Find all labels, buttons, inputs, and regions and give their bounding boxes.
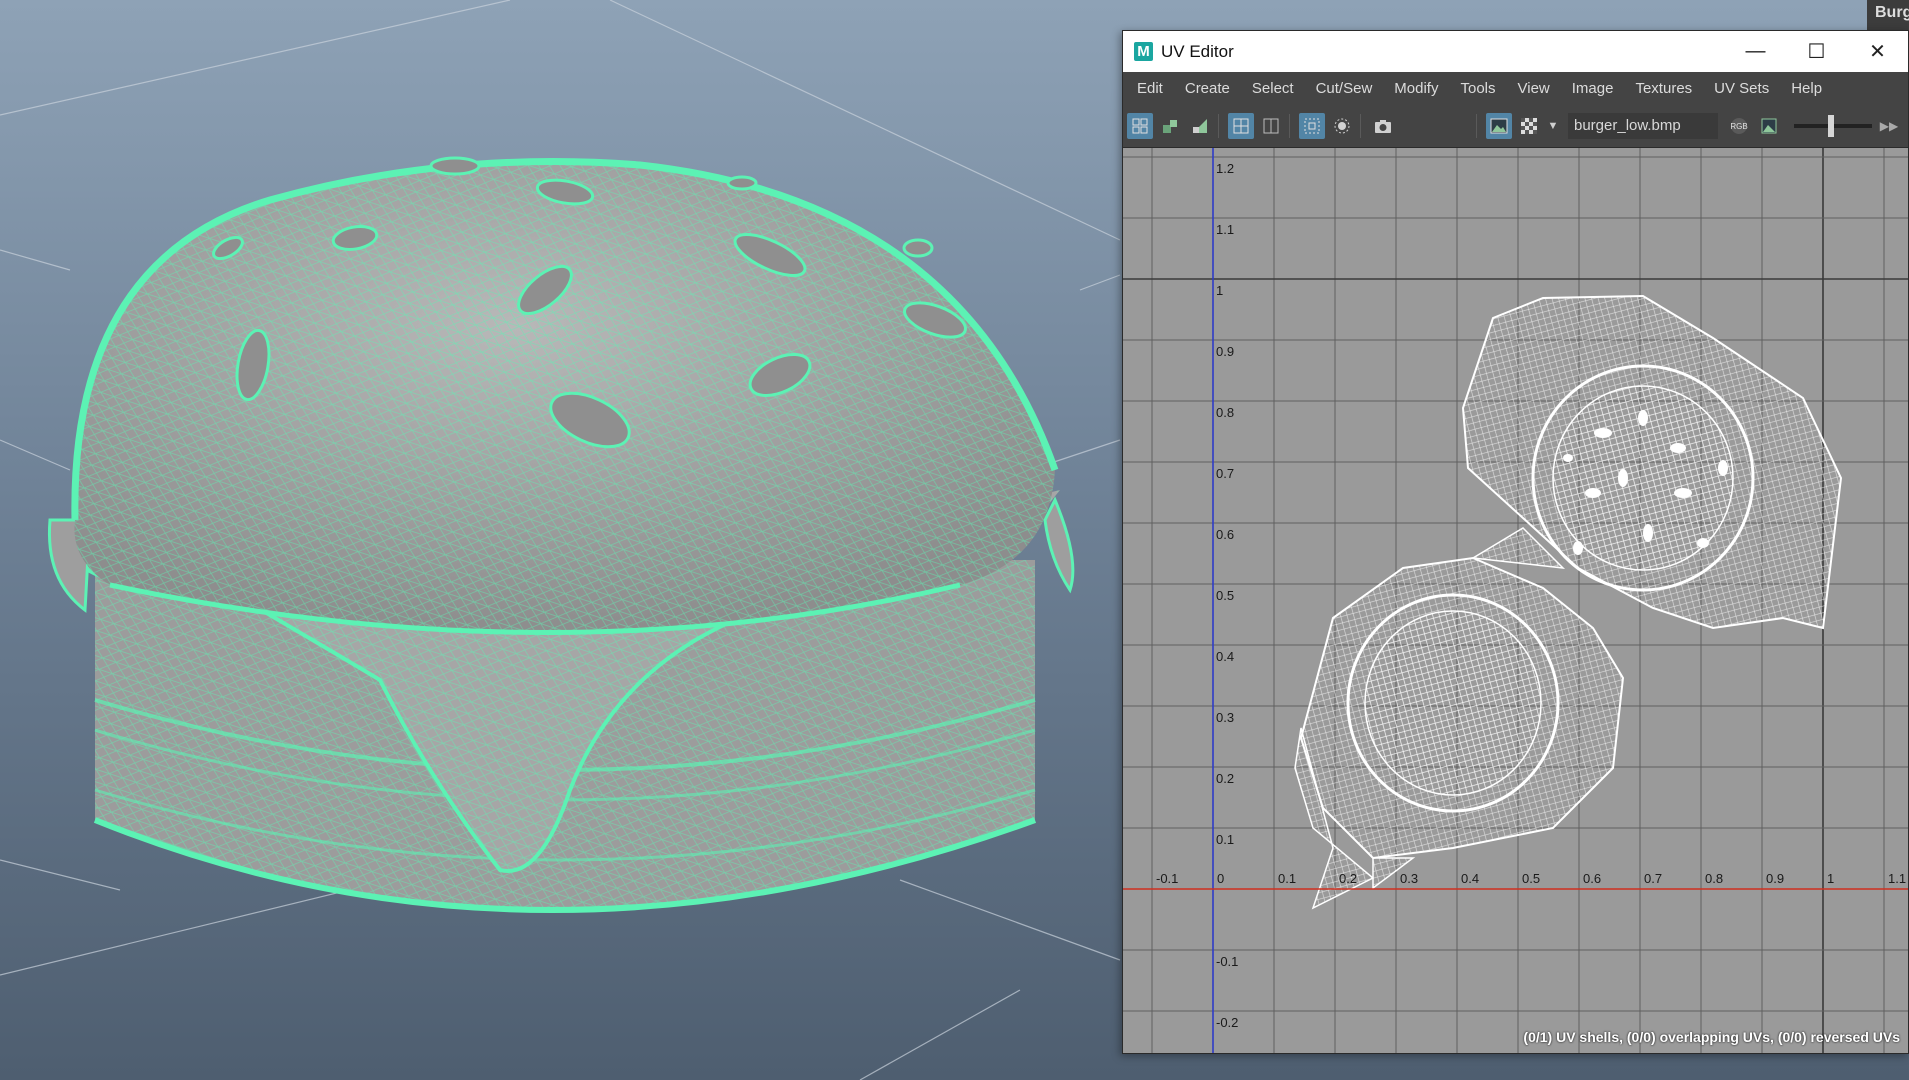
slider-knob[interactable]: [1828, 114, 1834, 137]
v-tick-label: 1: [1216, 283, 1223, 298]
v-tick-label: 0.1: [1216, 832, 1234, 847]
image-name-field[interactable]: burger_low.bmp: [1568, 112, 1718, 139]
uv-shells: [1294, 294, 1843, 910]
minimize-button[interactable]: —: [1725, 31, 1786, 72]
uv-snap-icon[interactable]: [1258, 113, 1284, 139]
image-display-icon[interactable]: [1486, 112, 1512, 139]
menu-textures[interactable]: Textures: [1624, 80, 1703, 97]
u-tick-label: 0.1: [1278, 871, 1296, 886]
v-tick-label: 0.2: [1216, 771, 1234, 786]
camera-icon[interactable]: [1370, 113, 1396, 139]
v-tick-label: 0.8: [1216, 405, 1234, 420]
uv-unfold-icon[interactable]: [1187, 113, 1213, 139]
u-tick-label: 0.6: [1583, 871, 1601, 886]
slider[interactable]: [1794, 114, 1872, 137]
v-tick-label: 0.4: [1216, 649, 1234, 664]
u-tick-label: 0: [1217, 871, 1224, 886]
menu-help[interactable]: Help: [1780, 80, 1833, 97]
checker-icon[interactable]: [1516, 113, 1542, 139]
v-tick-label: 1.2: [1216, 161, 1234, 176]
uv-shell-icon[interactable]: [1127, 112, 1153, 139]
maya-logo-icon: M: [1134, 42, 1153, 61]
v-tick-label: -0.1: [1216, 954, 1238, 969]
u-tick-label: 0.9: [1766, 871, 1784, 886]
shading-icon[interactable]: [1329, 113, 1355, 139]
uv-pixel-snap-icon[interactable]: [1299, 112, 1325, 139]
u-tick-label: 0.8: [1705, 871, 1723, 886]
image-icon[interactable]: [1756, 113, 1782, 139]
toolbar-divider: [1218, 113, 1219, 138]
menu-select[interactable]: Select: [1241, 80, 1305, 97]
v-tick-label: 1.1: [1216, 222, 1234, 237]
toolbar-divider: [1289, 113, 1290, 138]
dropdown-arrow-icon[interactable]: ▼: [1546, 113, 1560, 139]
v-tick-label: -0.2: [1216, 1015, 1238, 1030]
menu-edit[interactable]: Edit: [1123, 80, 1174, 97]
uv-texture-space[interactable]: -0.1 0 0.1 0.2 0.3 0.4 0.5 0.6 0.7 0.8 0.9 1 1.1 1.2 1…: [1123, 148, 1908, 1053]
u-tick-label: 0.7: [1644, 871, 1662, 886]
toolbar-divider: [1476, 113, 1477, 138]
u-tick-label: -0.1: [1156, 871, 1178, 886]
uv-editor-window: M UV Editor — ☐ ✕ Edit Create Select Cut…: [1122, 30, 1909, 1054]
v-tick-label: 0.5: [1216, 588, 1234, 603]
expand-arrow-icon[interactable]: ▶▶: [1876, 113, 1902, 139]
menu-tools[interactable]: Tools: [1449, 80, 1506, 97]
menu-create[interactable]: Create: [1174, 80, 1241, 97]
uv-status-text: (0/1) UV shells, (0/0) overlapping UVs, …: [1523, 1029, 1900, 1045]
uv-layout-icon[interactable]: [1157, 113, 1183, 139]
u-tick-label: 0.3: [1400, 871, 1418, 886]
menu-modify[interactable]: Modify: [1383, 80, 1449, 97]
burger-model: [47, 156, 1075, 913]
menu-uv-sets[interactable]: UV Sets: [1703, 80, 1780, 97]
v-tick-label: 0.6: [1216, 527, 1234, 542]
uv-toolbar: ▼ burger_low.bmp RGB ▶▶: [1123, 104, 1908, 148]
menu-bar: Edit Create Select Cut/Sew Modify Tools …: [1123, 72, 1908, 104]
u-tick-label: 1: [1827, 871, 1834, 886]
u-tick-label: 0.4: [1461, 871, 1479, 886]
rgb-label: RGB: [1730, 122, 1747, 131]
uv-editor-titlebar[interactable]: M UV Editor — ☐ ✕: [1123, 31, 1908, 72]
menu-view[interactable]: View: [1507, 80, 1561, 97]
toolbar-divider: [1360, 113, 1361, 138]
menu-image[interactable]: Image: [1561, 80, 1625, 97]
uv-grid-canvas: -0.1 0 0.1 0.2 0.3 0.4 0.5 0.6 0.7 0.8 0.9 1 1.1 1.2 1…: [1123, 148, 1908, 1053]
menu-cut-sew[interactable]: Cut/Sew: [1305, 80, 1384, 97]
maximize-button[interactable]: ☐: [1786, 31, 1847, 72]
rgb-channel-icon[interactable]: RGB: [1726, 113, 1752, 139]
u-tick-label: 1.1: [1888, 871, 1906, 886]
u-tick-label: 0.5: [1522, 871, 1540, 886]
window-title: UV Editor: [1161, 41, 1234, 61]
v-tick-label: 0.9: [1216, 344, 1234, 359]
corner-tab[interactable]: Burg: [1867, 0, 1909, 30]
u-tick-label: 0.2: [1339, 871, 1357, 886]
v-tick-label: 0.7: [1216, 466, 1234, 481]
close-button[interactable]: ✕: [1847, 31, 1908, 72]
uv-grid-icon[interactable]: [1228, 112, 1254, 139]
v-tick-label: 0.3: [1216, 710, 1234, 725]
